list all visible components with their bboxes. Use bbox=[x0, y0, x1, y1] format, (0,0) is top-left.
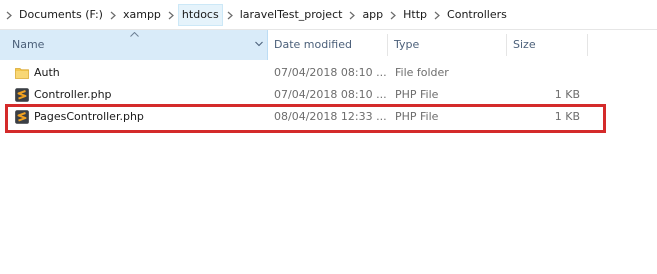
file-type: PHP File bbox=[395, 88, 439, 101]
column-type-label: Type bbox=[394, 38, 420, 51]
column-header: Name Date modified Type Size bbox=[0, 30, 657, 60]
file-size: 1 KB bbox=[554, 110, 580, 123]
column-name-header[interactable]: Name bbox=[0, 30, 268, 60]
breadcrumb-item-xampp[interactable]: xampp bbox=[120, 4, 164, 26]
chevron-right-icon[interactable] bbox=[223, 0, 237, 30]
address-bar[interactable]: Documents (F:) xampp htdocs laravelTest_… bbox=[0, 0, 657, 30]
file-explorer: Documents (F:) xampp htdocs laravelTest_… bbox=[0, 0, 657, 274]
file-name: Controller.php bbox=[34, 88, 112, 101]
file-type: PHP File bbox=[395, 110, 439, 123]
chevron-right-icon[interactable] bbox=[430, 0, 444, 30]
file-row-controller-php[interactable]: Controller.php 07/04/2018 08:10 ... PHP … bbox=[0, 84, 657, 106]
column-name-label: Name bbox=[12, 38, 45, 51]
sublime-php-file-icon bbox=[15, 110, 29, 124]
chevron-right-icon[interactable] bbox=[345, 0, 359, 30]
breadcrumb-item-controllers[interactable]: Controllers bbox=[444, 4, 510, 26]
sublime-php-file-icon bbox=[15, 88, 29, 102]
column-size-header[interactable]: Size bbox=[507, 30, 587, 60]
column-size-label: Size bbox=[513, 38, 536, 51]
folder-icon bbox=[15, 68, 29, 79]
column-type-header[interactable]: Type bbox=[388, 30, 506, 60]
file-type: File folder bbox=[395, 66, 449, 79]
breadcrumb-item-htdocs[interactable]: htdocs bbox=[177, 4, 223, 26]
file-size: 1 KB bbox=[554, 88, 580, 101]
breadcrumb-item-documents[interactable]: Documents (F:) bbox=[16, 4, 106, 26]
chevron-right-icon[interactable] bbox=[164, 0, 178, 30]
breadcrumb: Documents (F:) xampp htdocs laravelTest_… bbox=[0, 0, 510, 30]
file-date-modified: 07/04/2018 08:10 ... bbox=[274, 88, 387, 101]
column-date-modified-header[interactable]: Date modified bbox=[268, 30, 386, 60]
column-date-modified-label: Date modified bbox=[274, 38, 352, 51]
chevron-right-icon[interactable] bbox=[106, 0, 120, 30]
file-name: PagesController.php bbox=[34, 110, 144, 123]
breadcrumb-item-laraveltest-project[interactable]: laravelTest_project bbox=[237, 4, 346, 26]
breadcrumb-item-http[interactable]: Http bbox=[400, 4, 430, 26]
file-date-modified: 08/04/2018 12:33 ... bbox=[274, 110, 387, 123]
file-list: Auth 07/04/2018 08:10 ... File folder Co… bbox=[0, 62, 657, 128]
column-divider[interactable] bbox=[587, 34, 588, 56]
file-row-auth[interactable]: Auth 07/04/2018 08:10 ... File folder bbox=[0, 62, 657, 84]
file-name: Auth bbox=[34, 66, 60, 79]
chevron-right-icon[interactable] bbox=[386, 0, 400, 30]
file-date-modified: 07/04/2018 08:10 ... bbox=[274, 66, 387, 79]
sort-ascending-icon bbox=[130, 32, 139, 37]
chevron-right-icon[interactable] bbox=[2, 0, 16, 30]
chevron-down-icon[interactable] bbox=[255, 41, 263, 47]
breadcrumb-item-app[interactable]: app bbox=[359, 4, 386, 26]
file-row-pagescontroller-php[interactable]: PagesController.php 08/04/2018 12:33 ...… bbox=[0, 106, 657, 128]
